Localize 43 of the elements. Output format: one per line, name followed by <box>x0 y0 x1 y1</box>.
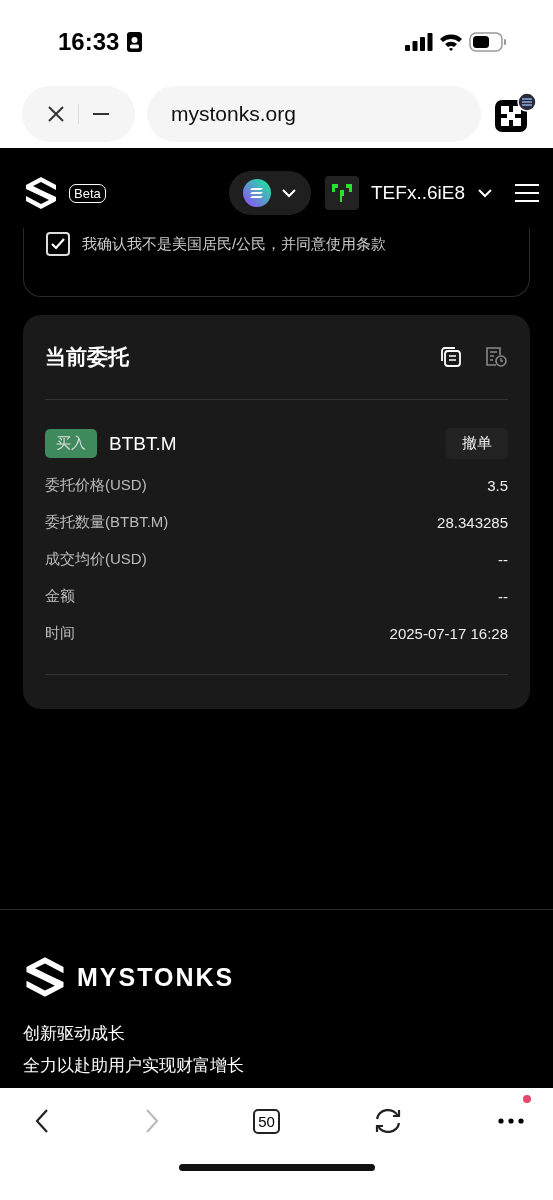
signal-icon <box>405 33 433 51</box>
chevron-down-icon <box>477 188 493 198</box>
network-selector[interactable] <box>229 171 311 215</box>
avatar-icon <box>325 176 359 210</box>
menu-icon[interactable] <box>515 183 539 203</box>
symbol-text: BTBT.M <box>109 432 177 455</box>
back-icon[interactable] <box>34 1108 50 1134</box>
field-value: 28.343285 <box>437 514 508 531</box>
more-icon[interactable] <box>497 1117 525 1125</box>
field-value: 2025-07-17 16:28 <box>389 625 508 642</box>
minus-icon <box>92 113 110 115</box>
side-badge: 买入 <box>45 429 97 458</box>
chevron-down-icon <box>281 188 297 198</box>
beta-badge: Beta <box>69 183 106 203</box>
logo-icon[interactable] <box>25 176 57 210</box>
logo-icon <box>25 956 65 998</box>
field-value: 3.5 <box>487 477 508 494</box>
tab-count-button[interactable]: 50 <box>253 1108 280 1134</box>
card-title: 当前委托 <box>45 344 129 370</box>
wallet-button[interactable]: TEFx..6iE8 <box>325 176 493 210</box>
coin-icon <box>243 179 271 207</box>
terms-text: 我确认我不是美国居民/公民，并同意使用条款 <box>82 234 387 254</box>
tagline: 全力以赴助用户实现财富增长 <box>23 1055 245 1077</box>
battery-icon <box>469 32 507 52</box>
field-label: 金额 <box>45 587 75 606</box>
checkbox[interactable] <box>46 232 70 256</box>
history-icon[interactable] <box>484 346 508 368</box>
copy-icon[interactable] <box>440 346 462 368</box>
checkmark-icon <box>51 238 65 250</box>
field-label: 委托价格(USD) <box>45 476 147 495</box>
wifi-icon <box>439 33 463 51</box>
status-time: 16:33 <box>58 28 120 56</box>
address-field[interactable]: mystonks.org <box>147 86 481 142</box>
cancel-button[interactable]: 撤单 <box>446 428 508 459</box>
field-label: 委托数量(BTBT.M) <box>45 513 169 532</box>
id-card-icon <box>127 32 143 52</box>
field-label: 时间 <box>45 624 75 643</box>
field-value: -- <box>498 551 508 568</box>
field-value: -- <box>498 588 508 605</box>
close-icon <box>47 105 65 123</box>
field-label: 成交均价(USD) <box>45 550 147 569</box>
brand-name: MYSTONKS <box>77 962 235 992</box>
tagline: 创新驱动成长 <box>23 1023 126 1045</box>
